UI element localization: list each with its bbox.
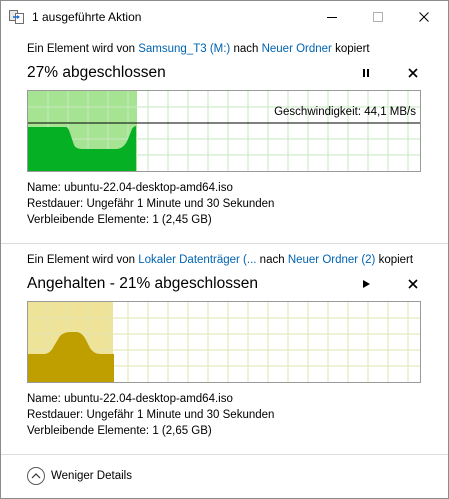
operation-description: Ein Element wird von Samsung_T3 (M:) nac… (27, 43, 370, 55)
close-button[interactable] (401, 1, 447, 32)
copy-operation-1: Ein Element wird von Samsung_T3 (M:) nac… (1, 33, 448, 243)
maximize-button[interactable] (355, 1, 401, 32)
remaining-items: 1 (2,65 GB) (152, 425, 212, 437)
remaining-time: Ungefähr 1 Minute und 30 Sekunden (86, 409, 275, 421)
close-icon (408, 279, 418, 289)
window-title: 1 ausgeführte Aktion (32, 10, 142, 24)
speed-graph-canvas (28, 302, 420, 382)
file-name: ubuntu-22.04-desktop-amd64.iso (64, 393, 233, 405)
remaining-items-row: Verbleibende Elemente: 1 (2,65 GB) (27, 423, 274, 439)
remaining-items: 1 (2,45 GB) (152, 214, 212, 226)
speed-label: Geschwindigkeit: 44,1 MB/s (274, 106, 416, 118)
chevron-up-icon (27, 467, 45, 485)
speed-graph-canvas (28, 91, 420, 171)
file-name: ubuntu-22.04-desktop-amd64.iso (64, 182, 233, 194)
name-label: Name: (27, 182, 65, 194)
remaining-time-row: Restdauer: Ungefähr 1 Minute und 30 Seku… (27, 407, 274, 423)
source-link[interactable]: Lokaler Datenträger (... (138, 254, 256, 266)
minimize-button[interactable] (309, 1, 355, 32)
name-row: Name: ubuntu-22.04-desktop-amd64.iso (27, 180, 274, 196)
description-text: kopiert (375, 254, 414, 266)
speed-graph: Geschwindigkeit: 44,1 MB/s (27, 90, 421, 172)
operation-info: Name: ubuntu-22.04-desktop-amd64.iso Res… (27, 391, 274, 439)
pause-button[interactable] (357, 63, 375, 83)
progress-status: Angehalten - 21% abgeschlossen (27, 275, 258, 292)
name-label: Name: (27, 393, 65, 405)
remaining-items-label: Verbleibende Elemente: (27, 214, 153, 226)
title-bar: 1 ausgeführte Aktion (1, 1, 448, 33)
cancel-button[interactable] (404, 63, 422, 83)
operation-info: Name: ubuntu-22.04-desktop-amd64.iso Res… (27, 180, 274, 228)
remaining-time: Ungefähr 1 Minute und 30 Sekunden (86, 198, 275, 210)
cancel-button[interactable] (404, 274, 422, 294)
remaining-time-row: Restdauer: Ungefähr 1 Minute und 30 Seku… (27, 196, 274, 212)
destination-link[interactable]: Neuer Ordner (262, 43, 332, 55)
remaining-time-label: Restdauer: (27, 198, 87, 210)
close-icon (408, 68, 418, 78)
progress-status: 27% abgeschlossen (27, 64, 166, 81)
source-link[interactable]: Samsung_T3 (M:) (138, 43, 230, 55)
minimize-icon (327, 16, 337, 18)
destination-link[interactable]: Neuer Ordner (2) (288, 254, 376, 266)
pause-icon (363, 69, 369, 77)
play-icon (363, 280, 370, 288)
speed-graph (27, 301, 421, 383)
description-text: Ein Element wird von (27, 254, 139, 266)
copy-operation-2: Ein Element wird von Lokaler Datenträger… (1, 244, 448, 454)
maximize-icon (373, 11, 383, 22)
close-icon (419, 11, 429, 22)
operation-description: Ein Element wird von Lokaler Datenträger… (27, 254, 413, 266)
footer: Weniger Details (1, 455, 448, 498)
description-text: Ein Element wird von (27, 43, 139, 55)
resume-button[interactable] (357, 274, 375, 294)
remaining-items-label: Verbleibende Elemente: (27, 425, 153, 437)
description-text: nach (230, 43, 262, 55)
description-text: nach (256, 254, 288, 266)
fewer-details-button[interactable]: Weniger Details (27, 467, 132, 485)
remaining-items-row: Verbleibende Elemente: 1 (2,45 GB) (27, 212, 274, 228)
name-row: Name: ubuntu-22.04-desktop-amd64.iso (27, 391, 274, 407)
remaining-time-label: Restdauer: (27, 409, 87, 421)
fewer-details-label: Weniger Details (51, 470, 132, 482)
description-text: kopiert (331, 43, 370, 55)
file-copy-icon (9, 10, 25, 24)
